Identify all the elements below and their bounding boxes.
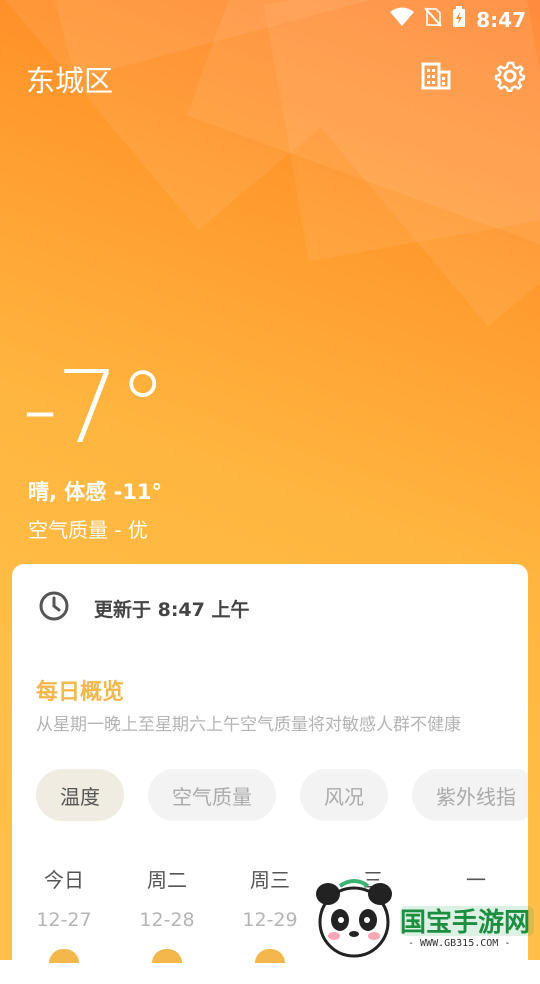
sunny-icon: [255, 949, 285, 963]
city-title[interactable]: 东城区: [26, 58, 113, 100]
settings-gear-icon[interactable]: [494, 60, 526, 92]
watermark-url: - WWW.GB315.COM -: [408, 938, 511, 949]
chip-uv-index[interactable]: 紫外线指: [412, 769, 528, 821]
air-quality-summary: 空气质量 - 优: [28, 518, 148, 542]
metric-chips: 温度 空气质量 风况 紫外线指: [36, 769, 528, 821]
day-date: 12-29: [242, 909, 298, 931]
chip-wind[interactable]: 风况: [300, 769, 388, 821]
current-temperature: -7°: [22, 349, 168, 466]
daily-overview-description: 从星期一晚上至星期六上午空气质量将对敏感人群不健康: [36, 715, 461, 735]
daily-overview-title: 每日概览: [36, 680, 125, 705]
day-name: 今日: [44, 868, 84, 892]
status-bar: 8:47: [0, 0, 540, 36]
sunny-icon: [49, 949, 79, 963]
day-date: 12-28: [139, 909, 195, 931]
weather-condition: 晴, 体感 -11°: [28, 480, 163, 504]
site-watermark-logo: 国宝手游网 - WWW.GB315.COM -: [314, 876, 540, 960]
city-manage-icon[interactable]: [420, 60, 452, 92]
forecast-day[interactable]: 今日 12-27: [12, 864, 116, 963]
watermark-brand: 国宝手游网: [400, 908, 531, 938]
clock-icon: [38, 590, 70, 626]
status-time: 8:47: [476, 7, 526, 32]
forecast-day[interactable]: 周二 12-28: [115, 864, 219, 963]
day-name: 周二: [147, 868, 187, 892]
update-row: 更新于 8:47 上午: [38, 590, 250, 626]
top-app-bar: 东城区: [26, 58, 526, 102]
day-date: 12-27: [36, 909, 92, 931]
chip-air-quality[interactable]: 空气质量: [148, 769, 276, 821]
battery-charging-icon: [452, 6, 466, 33]
sunny-icon: [152, 949, 182, 963]
day-name: 周三: [250, 868, 290, 892]
no-sim-icon: [424, 7, 442, 32]
chip-temperature[interactable]: 温度: [36, 769, 124, 821]
update-time: 更新于 8:47 上午: [94, 598, 250, 621]
forecast-day[interactable]: 周三 12-29: [218, 864, 322, 963]
wifi-icon: [390, 7, 415, 32]
